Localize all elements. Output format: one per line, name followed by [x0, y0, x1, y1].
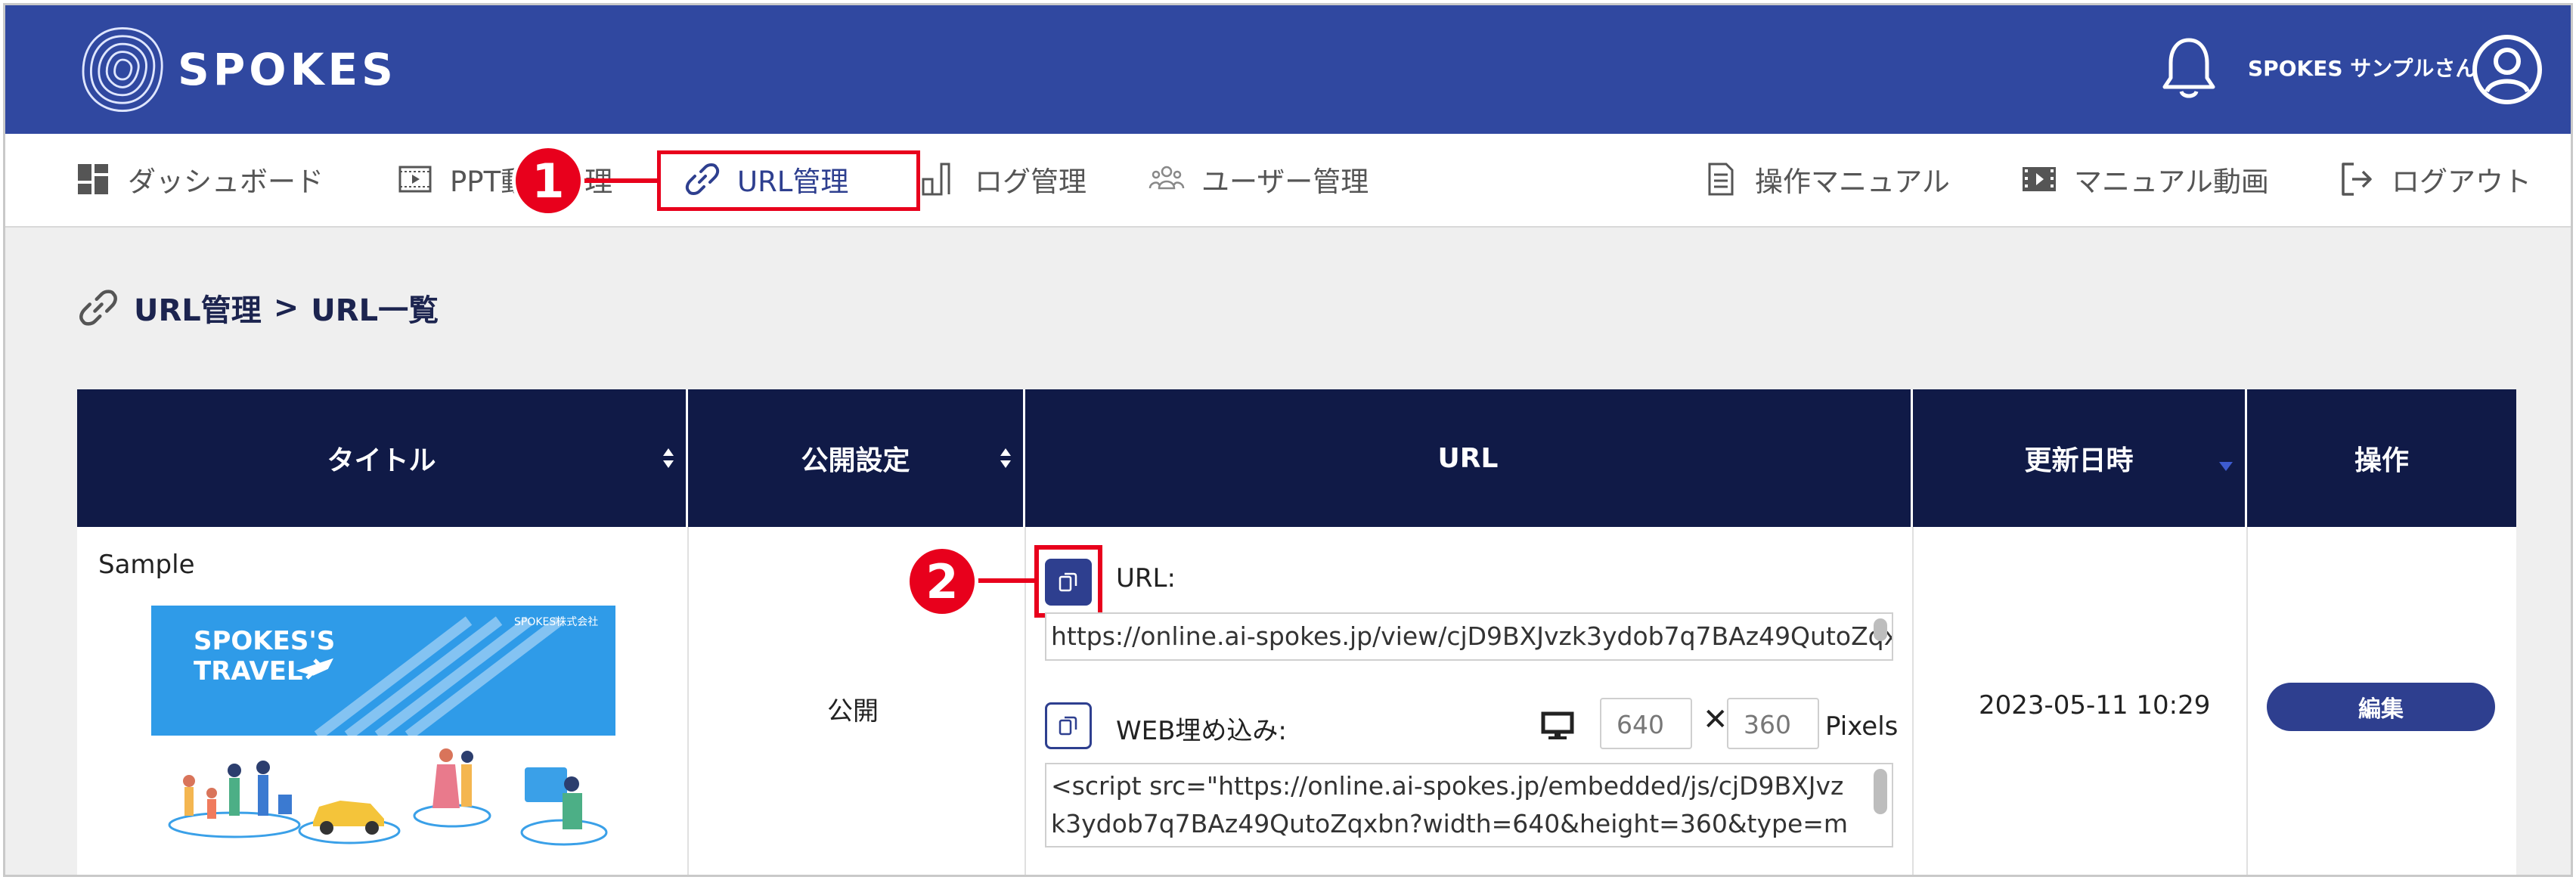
copy-icon	[1059, 716, 1077, 736]
pixels-label: Pixels	[1825, 711, 1899, 742]
row-title[interactable]: Sample	[98, 550, 194, 580]
updated-date: 2023-05-11 10:29	[1979, 690, 2211, 720]
scrollbar[interactable]	[1874, 618, 1887, 641]
nav-item-label: ログ管理	[975, 166, 1087, 198]
column-divider	[2246, 527, 2248, 875]
edit-button[interactable]: 編集	[2267, 683, 2495, 731]
main-nav: ダッシュボード PPT動画管理 URL管理	[5, 134, 2571, 228]
sort-desc-icon	[2219, 462, 2233, 471]
logo-mark-icon	[82, 26, 163, 113]
nav-item-manual[interactable]: 操作マニュアル	[1702, 156, 1950, 202]
nav-item-label: マニュアル動画	[2074, 166, 2269, 198]
th-title-label: タイトル	[327, 445, 436, 476]
breadcrumb-parent[interactable]: URL管理	[134, 286, 262, 330]
public-status: 公開	[827, 696, 879, 727]
annotation-line-1	[580, 178, 659, 183]
nav-item-users[interactable]: ユーザー管理	[1149, 156, 1369, 202]
user-name[interactable]: SPOKES サンプルさん	[2248, 52, 2476, 82]
th-title[interactable]: タイトル	[77, 389, 688, 527]
thumb-company: SPOKES株式会社	[514, 616, 598, 628]
app-window: SPOKES SPOKES サンプルさん ダッシュボード URL管理 ログ管理 …	[3, 3, 2573, 877]
logo[interactable]: SPOKES	[73, 20, 397, 119]
th-updated-label: 更新日時	[2024, 445, 2134, 476]
th-public-label: 公開設定	[801, 445, 910, 476]
dashboard-icon	[78, 164, 108, 194]
th-actions-label: 操作	[2354, 445, 2409, 476]
sort-icon	[663, 448, 674, 468]
copy-embed-button[interactable]	[1045, 702, 1092, 749]
chart-icon	[922, 163, 950, 196]
annotation-badge-2: 2	[906, 545, 978, 618]
avatar-icon[interactable]	[2472, 34, 2543, 105]
embed-height-value: 360	[1744, 710, 1791, 739]
nav-item-label: ダッシュボード	[128, 166, 324, 198]
url-field[interactable]: https://online.ai-spokes.jp/view/cjD9BXJ…	[1045, 612, 1893, 661]
highlight-box-copy	[1034, 545, 1102, 618]
monitor-icon	[1541, 711, 1574, 739]
nav-item-dashboard[interactable]: ダッシュボード	[75, 156, 324, 202]
embed-code-field[interactable]: <script src="https://online.ai-spokes.jp…	[1045, 763, 1893, 847]
sort-icon	[1000, 448, 1011, 468]
column-divider	[687, 527, 689, 875]
url-table: タイトル 公開設定 URL 更新日時 操作 Sample SPOKES'S TR…	[77, 389, 2516, 875]
highlight-box-url-nav	[657, 150, 920, 211]
film-icon	[2023, 167, 2056, 191]
th-public[interactable]: 公開設定	[688, 389, 1025, 527]
embed-label: WEB埋め込み:	[1116, 716, 1287, 746]
scrollbar[interactable]	[1874, 769, 1887, 814]
breadcrumb: URL管理 > URL一覧	[78, 285, 439, 330]
annotation-badge-1: 1	[512, 144, 584, 217]
column-divider	[1912, 527, 1914, 875]
edit-button-label: 編集	[2358, 696, 2404, 723]
breadcrumb-current: URL一覧	[311, 293, 439, 328]
nav-item-label: ログアウト	[2392, 166, 2531, 198]
times-icon: ✕	[1703, 702, 1728, 737]
th-url: URL	[1025, 389, 1913, 527]
logout-icon	[2342, 163, 2372, 196]
nav-item-logout[interactable]: ログアウト	[2339, 156, 2531, 202]
nav-item-log[interactable]: ログ管理	[922, 156, 1087, 202]
embed-width-input[interactable]: 640	[1600, 698, 1692, 749]
th-url-label: URL	[1437, 442, 1499, 474]
th-updated[interactable]: 更新日時	[1913, 389, 2247, 527]
breadcrumb-separator: >	[273, 290, 299, 325]
url-label: URL:	[1116, 563, 1176, 593]
thumbnail-image[interactable]: SPOKES'S TRAVEL SPOKES株式会社	[151, 606, 615, 858]
header-bar: SPOKES SPOKES サンプルさん	[5, 5, 2571, 134]
logo-text: SPOKES	[178, 44, 397, 95]
nav-item-manual-video[interactable]: マニュアル動画	[2021, 156, 2269, 202]
thumb-headline-2: TRAVEL	[194, 656, 303, 686]
nav-item-label: ユーザー管理	[1201, 166, 1369, 198]
embed-height-input[interactable]: 360	[1727, 698, 1819, 749]
embed-width-value: 640	[1617, 710, 1664, 739]
table-header: タイトル 公開設定 URL 更新日時 操作	[77, 389, 2516, 527]
users-icon	[1149, 166, 1185, 190]
thumb-headline-1: SPOKES'S	[194, 626, 335, 656]
nav-item-label: 操作マニュアル	[1755, 166, 1950, 198]
video-file-icon	[398, 166, 432, 193]
document-icon	[1708, 163, 1734, 196]
th-actions: 操作	[2247, 389, 2516, 527]
embed-code-value: <script src="https://online.ai-spokes.jp…	[1051, 771, 1849, 838]
bell-icon[interactable]	[2159, 34, 2219, 102]
url-value: https://online.ai-spokes.jp/view/cjD9BXJ…	[1051, 621, 1893, 651]
link-icon	[79, 290, 117, 326]
